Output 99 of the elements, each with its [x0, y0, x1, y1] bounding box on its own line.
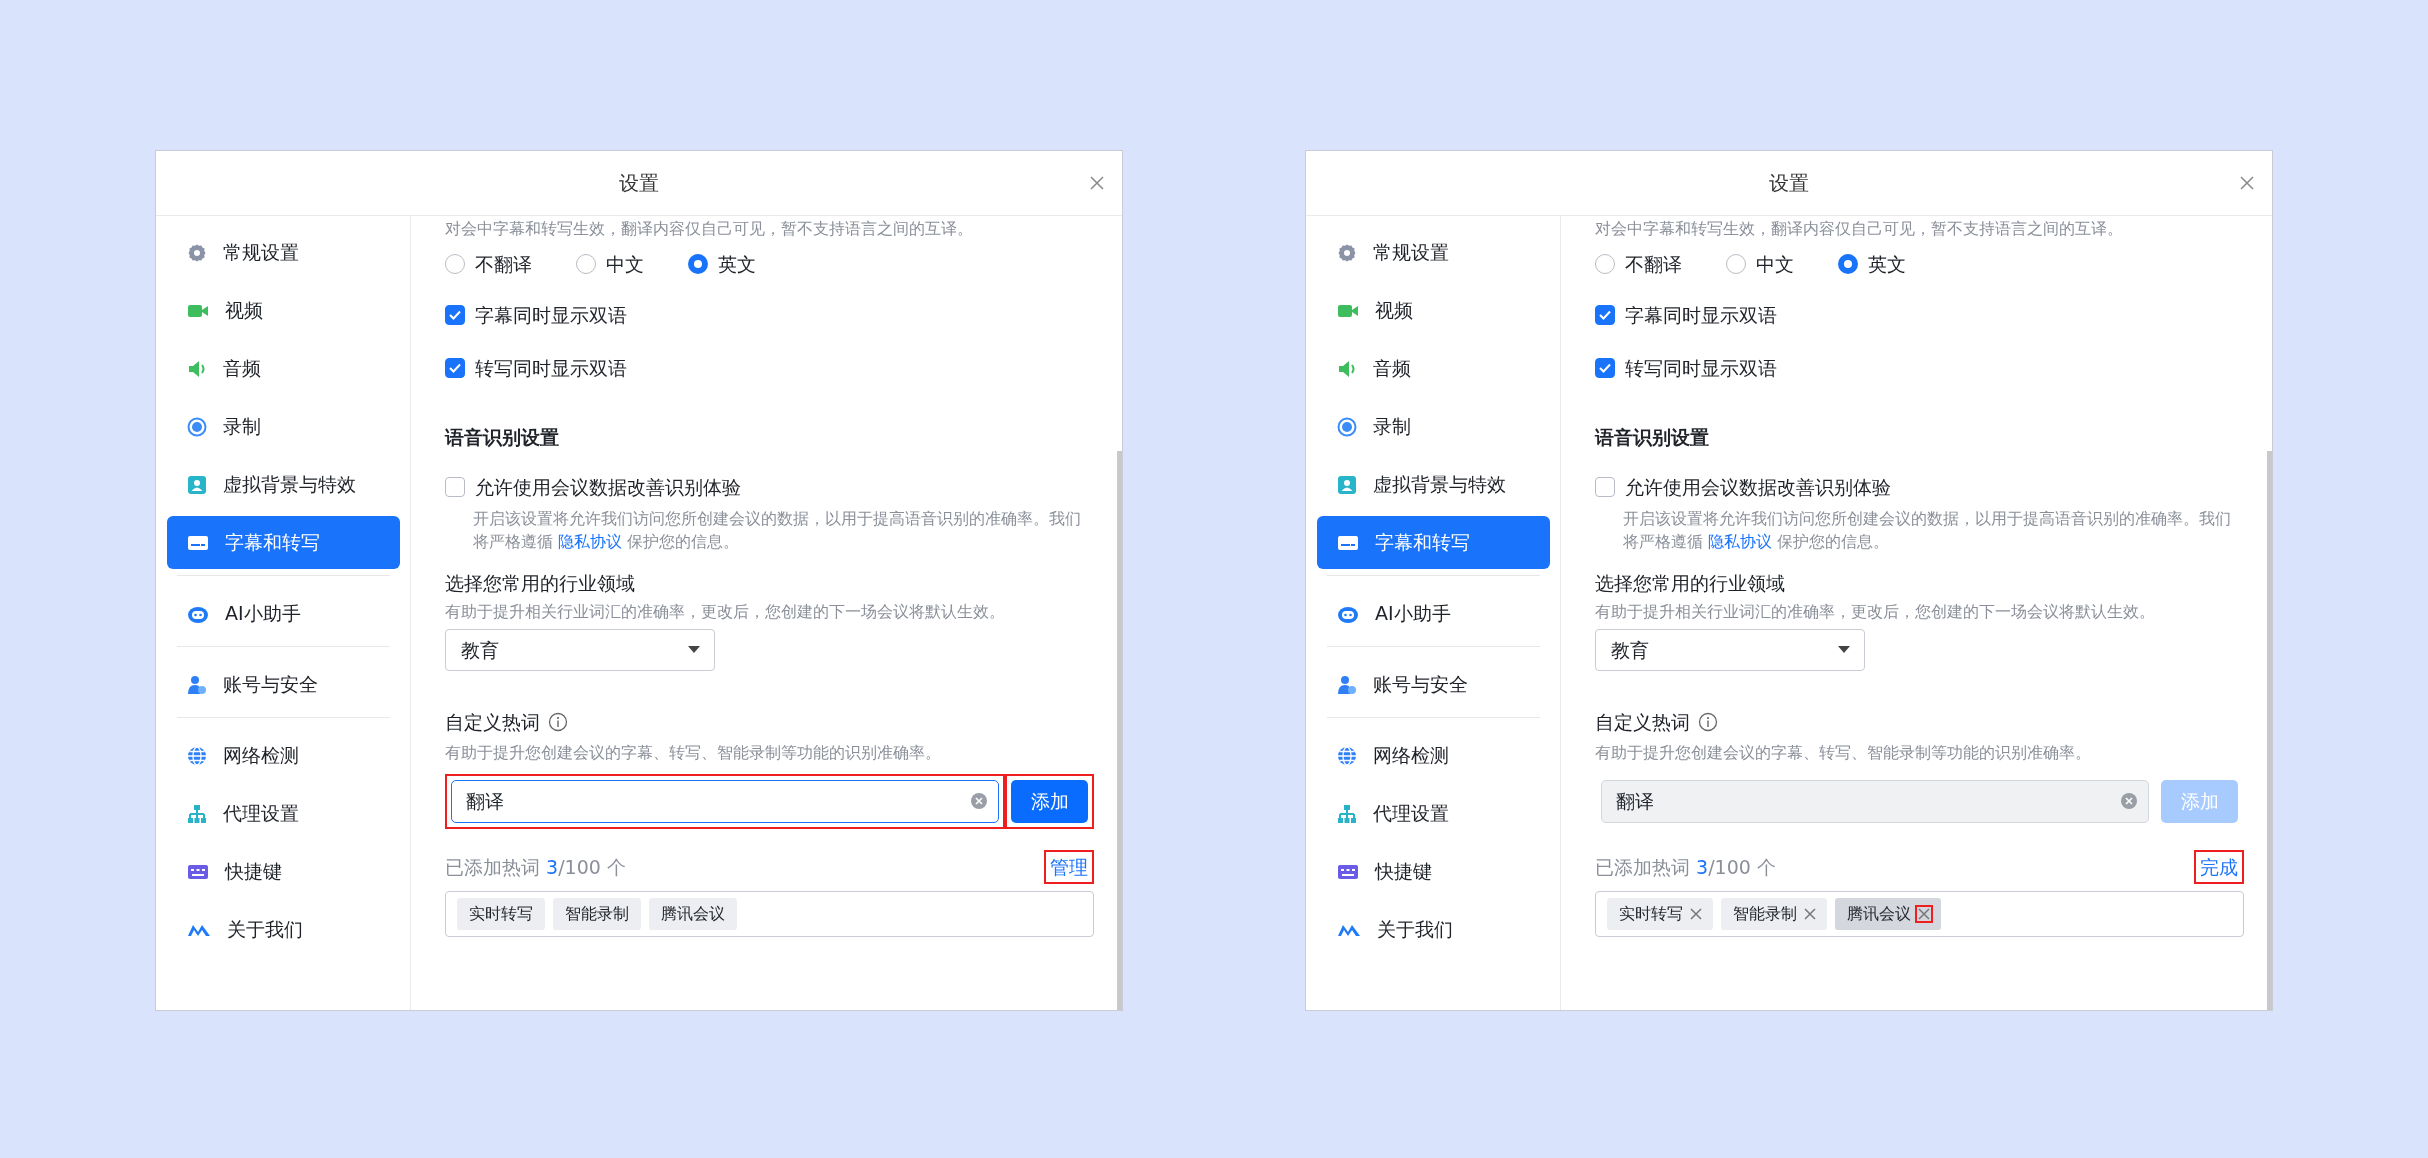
- sidebar-item[interactable]: 常规设置: [167, 226, 400, 279]
- section-heading: 语音识别设置: [1595, 425, 1709, 450]
- hotword-count: 已添加热词 3/100 个: [1595, 854, 1776, 880]
- radio-option[interactable]: 不翻译: [445, 249, 532, 279]
- sidebar-item[interactable]: 虚拟背景与特效: [167, 458, 400, 511]
- globe-icon: [1337, 745, 1357, 766]
- checkbox[interactable]: 转写同时显示双语: [445, 355, 627, 381]
- check-icon: [1598, 361, 1612, 375]
- info-icon: [1698, 712, 1718, 732]
- network-icon: [187, 803, 207, 824]
- privacy-link[interactable]: 隐私协议: [1708, 532, 1773, 551]
- industry-dropdown[interactable]: 教育: [1595, 629, 1865, 671]
- manage-link[interactable]: 完成: [2194, 849, 2244, 885]
- sidebar-item[interactable]: 字幕和转写: [1317, 516, 1550, 569]
- hint-text: 有助于提升您创建会议的字幕、转写、智能录制等功能的识别准确率。: [1595, 742, 2091, 764]
- portrait-icon: [1337, 474, 1357, 495]
- sidebar-item[interactable]: 字幕和转写: [167, 516, 400, 569]
- sidebar-item[interactable]: 虚拟背景与特效: [1317, 458, 1550, 511]
- industry-dropdown[interactable]: 教育: [445, 629, 715, 671]
- hotword-input[interactable]: 翻译: [451, 780, 999, 823]
- scrollbar[interactable]: [2267, 451, 2272, 1010]
- keyboard-icon: [187, 863, 209, 880]
- hotword-tag: 智能录制: [553, 898, 641, 930]
- remove-button[interactable]: [1915, 905, 1933, 923]
- sidebar-item[interactable]: AI小助手: [167, 587, 400, 640]
- globe-icon: [187, 745, 207, 766]
- hint-text: 有助于提升相关行业词汇的准确率，更改后，您创建的下一场会议将默认生效。: [445, 601, 1005, 623]
- scrollbar[interactable]: [1117, 451, 1122, 1010]
- portrait-icon: [187, 474, 207, 495]
- sidebar-item[interactable]: 录制: [1317, 400, 1550, 453]
- hotword-tag: 实时转写: [1607, 898, 1713, 930]
- field-label: 选择您常用的行业领域: [445, 571, 635, 596]
- sidebar-item[interactable]: AI小助手: [1317, 587, 1550, 640]
- dialog-title: 设置: [1769, 170, 1809, 197]
- sidebar-item[interactable]: 录制: [167, 400, 400, 453]
- gear-icon: [1337, 242, 1357, 263]
- privacy-link[interactable]: 隐私协议: [558, 532, 623, 551]
- field-label: 自定义热词: [445, 710, 540, 735]
- speaker-icon: [187, 359, 207, 378]
- sidebar-item[interactable]: 快捷键: [167, 845, 400, 898]
- description-text: 开启该设置将允许我们访问您所创建会议的数据，以用于提高语音识别的准确率。我们将严格遵循 隐私协议 保护您的信息。: [473, 508, 1082, 553]
- hint-text: 有助于提升您创建会议的字幕、转写、智能录制等功能的识别准确率。: [445, 742, 941, 764]
- keyboard-icon: [1337, 863, 1359, 880]
- checkbox[interactable]: 字幕同时显示双语: [1595, 302, 1777, 328]
- hint-text: 有助于提升相关行业词汇的准确率，更改后，您创建的下一场会议将默认生效。: [1595, 601, 2155, 623]
- radio-option[interactable]: 英文: [1838, 249, 1906, 279]
- field-label: 选择您常用的行业领域: [1595, 571, 1785, 596]
- sidebar-item[interactable]: 代理设置: [1317, 787, 1550, 840]
- sidebar-item[interactable]: 音频: [1317, 342, 1550, 395]
- check-icon: [448, 308, 462, 322]
- section-heading: 语音识别设置: [445, 425, 559, 450]
- sidebar-item[interactable]: 关于我们: [167, 903, 400, 956]
- sidebar-item[interactable]: 账号与安全: [167, 658, 400, 711]
- record-icon: [1337, 416, 1357, 437]
- speaker-icon: [1337, 359, 1357, 378]
- checkbox[interactable]: 转写同时显示双语: [1595, 355, 1777, 381]
- radio-option[interactable]: 中文: [1726, 249, 1794, 279]
- description-text: 开启该设置将允许我们访问您所创建会议的数据，以用于提高语音识别的准确率。我们将严格遵循 隐私协议 保护您的信息。: [1623, 508, 2232, 553]
- hotword-tag: 实时转写: [457, 898, 545, 930]
- radio-option[interactable]: 中文: [576, 249, 644, 279]
- sidebar-item[interactable]: 视频: [1317, 284, 1550, 337]
- subtitles-icon: [187, 534, 209, 551]
- hotword-count: 已添加热词 3/100 个: [445, 854, 626, 880]
- subtitles-icon: [1337, 534, 1359, 551]
- sidebar-item[interactable]: 网络检测: [1317, 729, 1550, 782]
- sidebar-item[interactable]: 账号与安全: [1317, 658, 1550, 711]
- caret-icon: [688, 646, 700, 654]
- hotword-tag: 智能录制: [1721, 898, 1827, 930]
- check-icon: [1598, 308, 1612, 322]
- record-icon: [187, 416, 207, 437]
- hint-text: 对会中字幕和转写生效，翻译内容仅自己可见，暂不支持语言之间的互译。: [1595, 218, 2123, 240]
- sidebar-item[interactable]: 网络检测: [167, 729, 400, 782]
- checkbox[interactable]: 允许使用会议数据改善识别体验: [445, 474, 741, 500]
- checkbox[interactable]: 允许使用会议数据改善识别体验: [1595, 474, 1891, 500]
- video-camera-icon: [1337, 302, 1359, 319]
- field-label: 自定义热词: [1595, 710, 1690, 735]
- hint-text: 对会中字幕和转写生效，翻译内容仅自己可见，暂不支持语言之间的互译。: [445, 218, 973, 240]
- sidebar-item[interactable]: 关于我们: [1317, 903, 1550, 956]
- clear-icon: [2120, 792, 2138, 810]
- sidebar-item[interactable]: 视频: [167, 284, 400, 337]
- hotword-tag: 腾讯会议: [1835, 898, 1941, 930]
- hotword-tag: 腾讯会议: [649, 898, 737, 930]
- clear-icon: [970, 792, 988, 810]
- radio-option[interactable]: 不翻译: [1595, 249, 1682, 279]
- check-icon: [448, 361, 462, 375]
- add-button[interactable]: 添加: [1011, 780, 1088, 823]
- dialog-title: 设置: [619, 170, 659, 197]
- checkbox[interactable]: 字幕同时显示双语: [445, 302, 627, 328]
- info-icon: [548, 712, 568, 732]
- sidebar-item[interactable]: 快捷键: [1317, 845, 1550, 898]
- sidebar-item[interactable]: 音频: [167, 342, 400, 395]
- sidebar-item[interactable]: 常规设置: [1317, 226, 1550, 279]
- sidebar-item[interactable]: 代理设置: [167, 787, 400, 840]
- radio-option[interactable]: 英文: [688, 249, 756, 279]
- gear-icon: [187, 242, 207, 263]
- caret-icon: [1838, 646, 1850, 654]
- manage-link[interactable]: 管理: [1044, 849, 1094, 885]
- network-icon: [1337, 803, 1357, 824]
- video-camera-icon: [187, 302, 209, 319]
